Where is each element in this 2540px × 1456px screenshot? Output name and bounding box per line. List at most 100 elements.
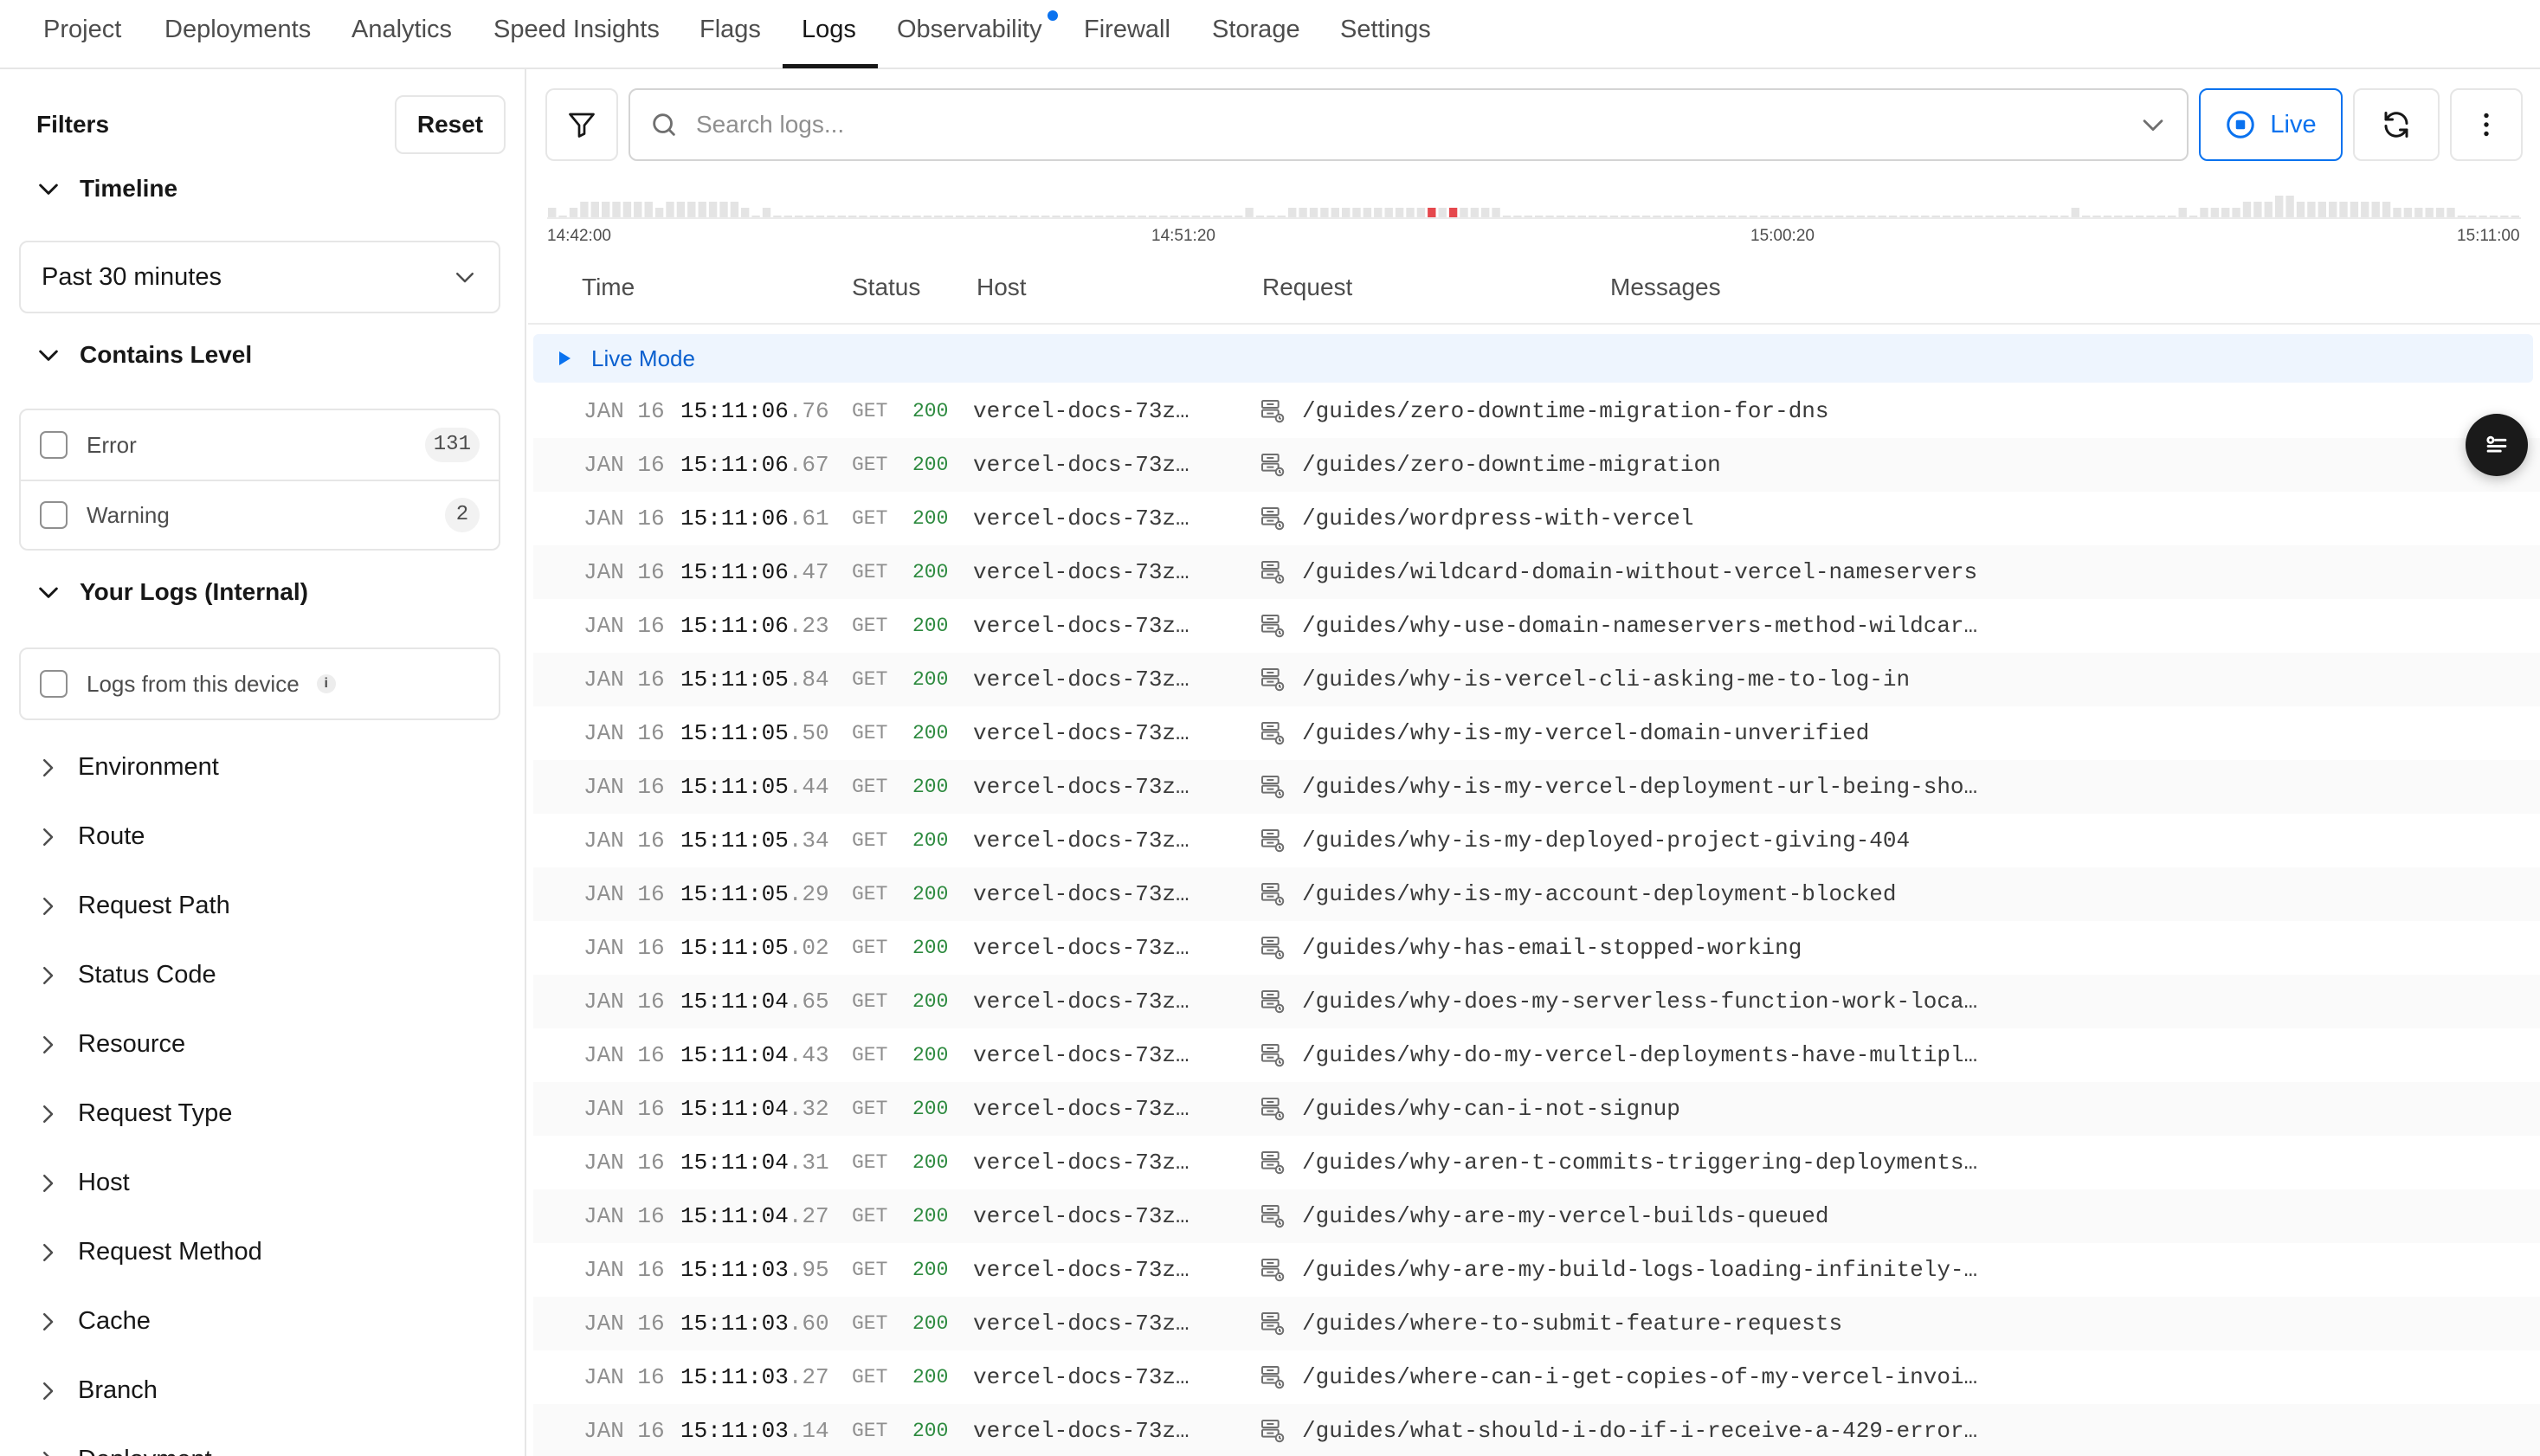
tab-analytics[interactable]: Analytics	[351, 0, 452, 69]
histogram-bar[interactable]	[2361, 202, 2369, 218]
live-mode-banner[interactable]: Live Mode	[533, 334, 2533, 383]
filter-toggle-button[interactable]	[545, 88, 618, 161]
refresh-button[interactable]	[2353, 88, 2440, 161]
tab-speed-insights[interactable]: Speed Insights	[493, 0, 660, 69]
device-logs-option[interactable]: Logs from this device i	[21, 649, 499, 718]
more-options-button[interactable]	[2450, 88, 2523, 161]
log-row[interactable]: JAN 16 15:11:05.34 GET 200 vercel-docs-73z… /…	[533, 814, 2540, 867]
histogram-bar[interactable]	[719, 202, 728, 218]
histogram-bar[interactable]	[2253, 202, 2262, 218]
histogram-bar[interactable]	[2371, 202, 2380, 218]
histogram-bar[interactable]	[2339, 202, 2348, 218]
log-row[interactable]: JAN 16 15:11:04.32 GET 200 vercel-docs-73z… /…	[533, 1082, 2540, 1136]
filter-section-route[interactable]: Route	[35, 822, 145, 851]
log-date: JAN 16	[583, 1257, 665, 1283]
log-row[interactable]: JAN 16 15:11:03.14 GET 200 vercel-docs-73z… /…	[533, 1404, 2540, 1456]
search-bar[interactable]	[629, 88, 2189, 161]
timeline-section-toggle[interactable]: Timeline	[35, 175, 177, 203]
log-row[interactable]: JAN 16 15:11:05.02 GET 200 vercel-docs-73z… /…	[533, 921, 2540, 975]
tab-settings[interactable]: Settings	[1340, 0, 1431, 69]
histogram-bar[interactable]	[590, 202, 599, 218]
histogram-bar[interactable]	[2350, 202, 2359, 218]
column-header-time[interactable]: Time	[582, 274, 635, 301]
histogram-bar[interactable]	[2329, 202, 2337, 218]
filter-section-environment[interactable]: Environment	[35, 753, 219, 782]
column-header-host[interactable]: Host	[977, 274, 1027, 301]
log-row[interactable]: JAN 16 15:11:05.44 GET 200 vercel-docs-73z… /…	[533, 760, 2540, 814]
filter-section-request-type[interactable]: Request Type	[35, 1099, 232, 1128]
log-row[interactable]: JAN 16 15:11:03.60 GET 200 vercel-docs-73z… /…	[533, 1297, 2540, 1350]
reset-button[interactable]: Reset	[395, 95, 506, 154]
histogram-bar[interactable]	[2264, 202, 2272, 218]
log-row[interactable]: JAN 16 15:11:05.29 GET 200 vercel-docs-73z… /…	[533, 867, 2540, 921]
histogram-bar[interactable]	[676, 202, 686, 218]
log-row[interactable]: JAN 16 15:11:06.47 GET 200 vercel-docs-73z… /…	[533, 545, 2540, 599]
filter-section-cache[interactable]: Cache	[35, 1307, 151, 1336]
histogram-bar[interactable]	[612, 202, 621, 218]
log-row[interactable]: JAN 16 15:11:04.31 GET 200 vercel-docs-73z… /…	[533, 1136, 2540, 1189]
tab-project[interactable]: Project	[43, 0, 121, 69]
histogram-bar[interactable]	[2296, 202, 2305, 218]
level-option-error[interactable]: Error 131	[21, 410, 499, 480]
log-row[interactable]: JAN 16 15:11:06.23 GET 200 vercel-docs-73z… /…	[533, 599, 2540, 653]
histogram-bar[interactable]	[666, 202, 674, 218]
tab-deployments[interactable]: Deployments	[164, 0, 311, 69]
log-row[interactable]: JAN 16 15:11:06.61 GET 200 vercel-docs-73z… /…	[533, 492, 2540, 545]
column-header-status[interactable]: Status	[852, 274, 920, 301]
info-icon[interactable]: i	[316, 674, 336, 693]
tab-storage[interactable]: Storage	[1212, 0, 1300, 69]
filter-section-status-code[interactable]: Status Code	[35, 961, 216, 989]
histogram-bar[interactable]	[602, 202, 610, 218]
log-row[interactable]: JAN 16 15:11:04.65 GET 200 vercel-docs-73z… /…	[533, 975, 2540, 1028]
column-header-request[interactable]: Request	[1262, 274, 1352, 301]
log-host: vercel-docs-73z…	[973, 1150, 1189, 1176]
log-row[interactable]: JAN 16 15:11:05.50 GET 200 vercel-docs-73z… /…	[533, 706, 2540, 760]
log-details-fab[interactable]	[2466, 414, 2528, 476]
search-input[interactable]	[696, 111, 2138, 139]
filter-section-resource[interactable]: Resource	[35, 1030, 185, 1059]
timeline-select[interactable]: Past 30 minutes	[19, 241, 500, 313]
log-row[interactable]: JAN 16 15:11:06.67 GET 200 vercel-docs-73z… /…	[533, 438, 2540, 492]
histogram-bar[interactable]	[2275, 196, 2284, 218]
tab-flags[interactable]: Flags	[699, 0, 761, 69]
log-row[interactable]: JAN 16 15:11:05.84 GET 200 vercel-docs-73z… /…	[533, 653, 2540, 706]
log-time: 15:11:06.23	[680, 613, 829, 639]
contains-level-section-toggle[interactable]: Contains Level	[35, 341, 252, 369]
tab-logs[interactable]: Logs	[802, 0, 856, 69]
filter-section-host[interactable]: Host	[35, 1169, 130, 1197]
log-time: 15:11:05.02	[680, 935, 829, 961]
filter-section-branch[interactable]: Branch	[35, 1376, 158, 1405]
log-row[interactable]: JAN 16 15:11:03.95 GET 200 vercel-docs-73z… /…	[533, 1243, 2540, 1297]
checkbox[interactable]	[40, 501, 68, 529]
tab-firewall[interactable]: Firewall	[1084, 0, 1170, 69]
log-row[interactable]: JAN 16 15:11:04.43 GET 200 vercel-docs-73z… /…	[533, 1028, 2540, 1082]
histogram-bar[interactable]	[687, 202, 696, 218]
histogram-bar[interactable]	[580, 202, 589, 218]
log-row[interactable]: JAN 16 15:11:06.76 GET 200 vercel-docs-73z… /…	[533, 384, 2540, 438]
log-volume-histogram[interactable]	[547, 182, 2521, 218]
filter-section-request-method[interactable]: Request Method	[35, 1238, 262, 1266]
histogram-bar[interactable]	[698, 202, 706, 218]
chevron-down-icon[interactable]	[2138, 110, 2168, 139]
live-button[interactable]: Live	[2199, 88, 2343, 161]
histogram-bar[interactable]	[708, 202, 718, 218]
your-logs-section-toggle[interactable]: Your Logs (Internal)	[35, 578, 308, 606]
checkbox[interactable]	[40, 431, 68, 459]
column-header-messages[interactable]: Messages	[1610, 274, 1721, 301]
level-option-warning[interactable]: Warning 2	[21, 480, 499, 549]
log-row[interactable]: JAN 16 15:11:03.27 GET 200 vercel-docs-73z… /…	[533, 1350, 2540, 1404]
histogram-bar[interactable]	[2242, 202, 2252, 218]
histogram-bar[interactable]	[634, 202, 642, 218]
histogram-bar[interactable]	[2285, 196, 2294, 218]
histogram-bar[interactable]	[2318, 202, 2326, 218]
histogram-bar[interactable]	[730, 202, 739, 218]
checkbox[interactable]	[40, 670, 68, 698]
log-row[interactable]: JAN 16 15:11:04.27 GET 200 vercel-docs-73z… /…	[533, 1189, 2540, 1243]
histogram-bar[interactable]	[2382, 202, 2391, 218]
histogram-bar[interactable]	[622, 202, 632, 218]
tab-observability[interactable]: Observability	[897, 0, 1042, 69]
histogram-bar[interactable]	[644, 202, 653, 218]
filter-section-request-path[interactable]: Request Path	[35, 892, 230, 920]
histogram-bar[interactable]	[2307, 202, 2316, 218]
filter-section-deployment[interactable]: Deployment	[35, 1446, 212, 1456]
